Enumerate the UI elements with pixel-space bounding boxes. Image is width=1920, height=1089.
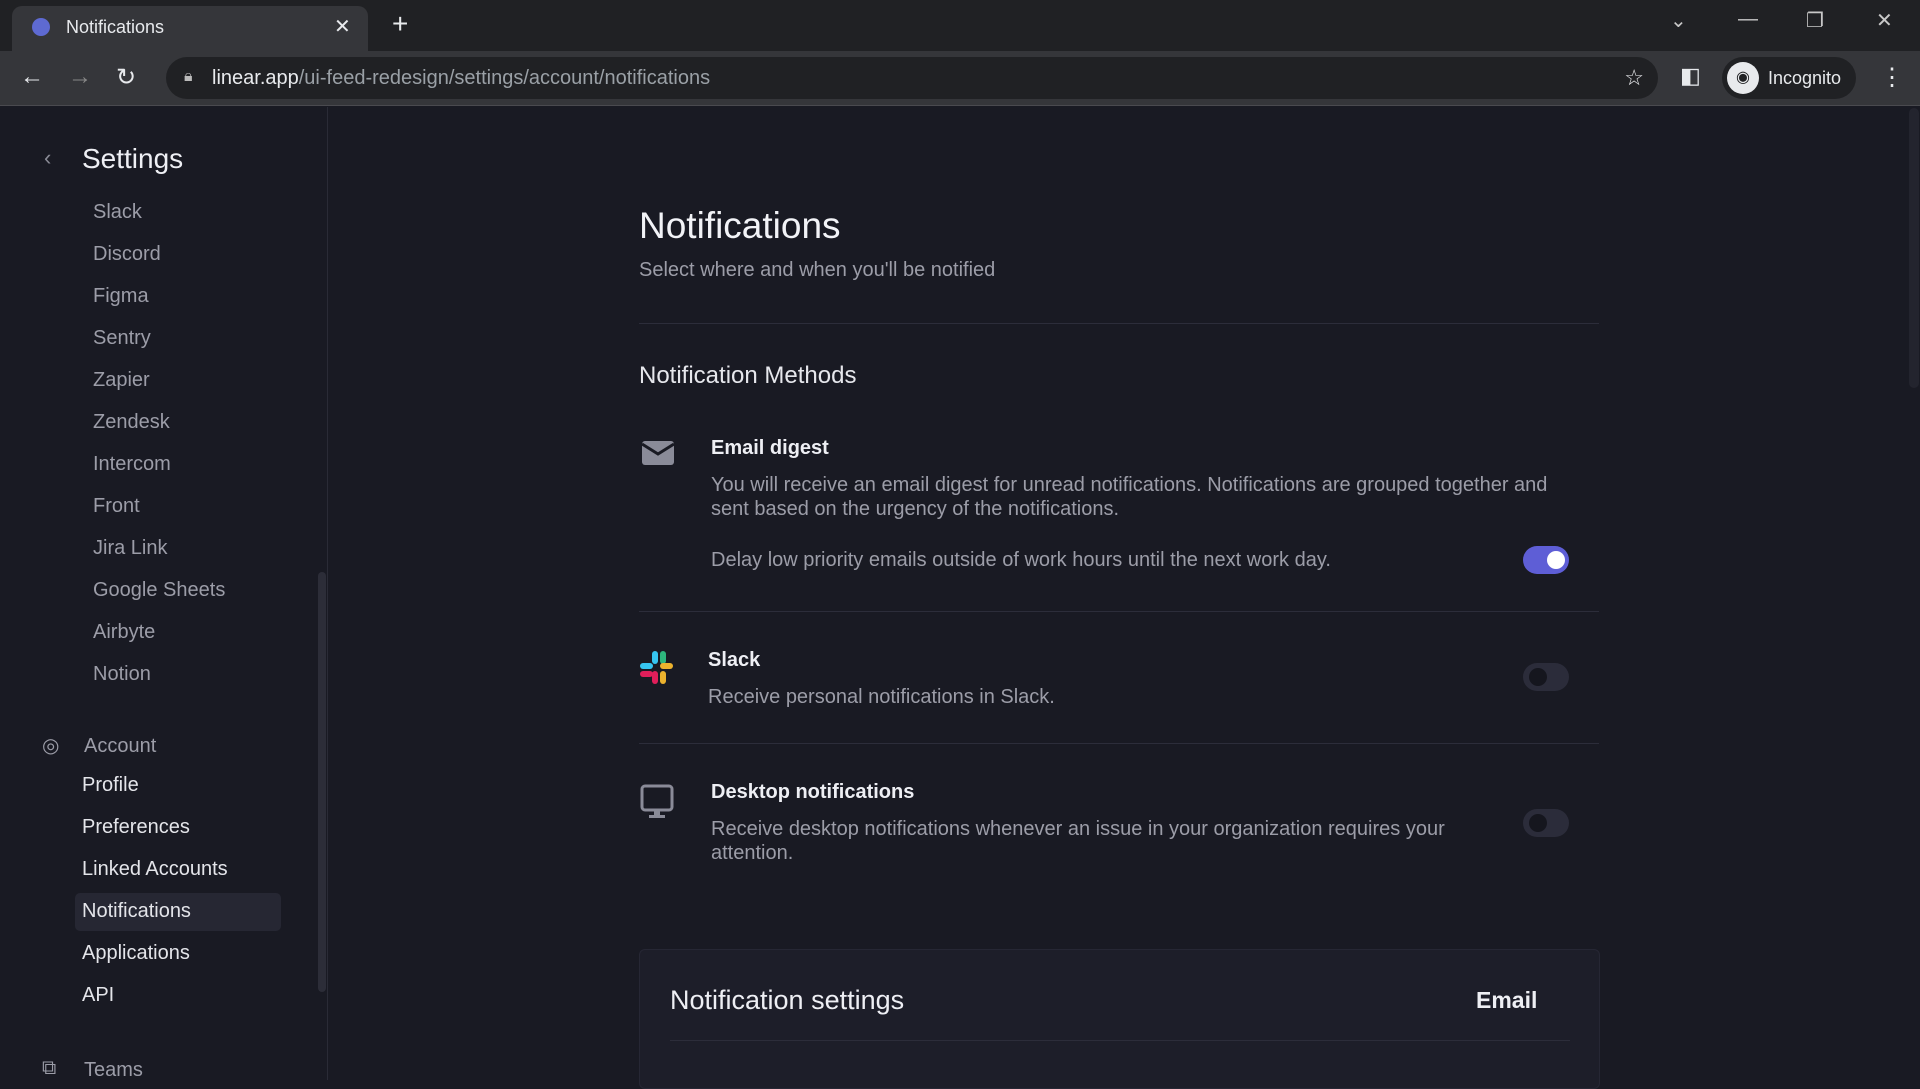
sidebar-item-front[interactable]: Front — [93, 495, 140, 518]
sidebar-item-slack[interactable]: Slack — [93, 201, 142, 224]
account-header: Account — [84, 735, 157, 757]
browser-tab[interactable]: Notifications ✕ — [12, 6, 368, 51]
slack-title: Slack — [708, 649, 761, 671]
sidebar-item-sentry[interactable]: Sentry — [93, 327, 151, 350]
back-chevron-icon[interactable]: ‹ — [44, 145, 51, 171]
close-tab-icon[interactable]: ✕ — [334, 14, 351, 39]
envelope-icon — [641, 441, 675, 465]
forward-icon[interactable]: → — [68, 63, 92, 91]
menu-icon[interactable]: ⋮ — [1880, 63, 1904, 92]
bookmark-star-icon[interactable]: ☆ — [1624, 65, 1644, 91]
sidebar-item-jira-link[interactable]: Jira Link — [93, 537, 167, 560]
divider — [639, 323, 1599, 324]
delay-emails-toggle[interactable] — [1523, 546, 1569, 574]
desktop-notifications-toggle[interactable] — [1523, 809, 1569, 837]
monitor-icon — [640, 784, 674, 818]
sidebar-title: Settings — [82, 143, 184, 174]
sidebar-item-discord[interactable]: Discord — [93, 243, 161, 266]
url-path: /ui-feed-redesign/settings/account/notif… — [298, 67, 711, 89]
reload-icon[interactable]: ↻ — [116, 63, 136, 92]
email-digest-desc: You will receive an email digest for unr… — [711, 474, 1548, 520]
sidebar-item-figma[interactable]: Figma — [93, 285, 149, 308]
desktop-notifications-desc: Receive desktop notifications whenever a… — [711, 818, 1445, 864]
close-window-icon[interactable]: ✕ — [1876, 8, 1893, 33]
slack-desc: Receive personal notifications in Slack. — [708, 686, 1055, 708]
sidebar-item-airbyte[interactable]: Airbyte — [93, 621, 155, 644]
url-host: linear.app — [212, 67, 299, 89]
desktop-notifications-title: Desktop notifications — [711, 781, 915, 803]
url-text: linear.app/ui-feed-redesign/settings/acc… — [212, 67, 710, 90]
lock-icon: 🔒︎ — [184, 68, 193, 85]
sidebar-item-applications[interactable]: Applications — [82, 942, 190, 965]
side-panel-icon[interactable]: ◧ — [1680, 63, 1701, 89]
sidebar-scrollbar[interactable] — [318, 572, 326, 992]
incognito-icon: ◉ — [1727, 62, 1759, 94]
tab-title: Notifications — [66, 17, 165, 37]
url-input[interactable]: 🔒︎ linear.app/ui-feed-redesign/settings/… — [166, 57, 1658, 99]
sidebar-item-preferences[interactable]: Preferences — [82, 816, 190, 839]
account-icon: ◎ — [42, 735, 60, 757]
tab-search-icon[interactable]: ⌄ — [1670, 8, 1687, 33]
settings-sidebar: ‹ Settings Slack Discord Figma Sentry Zapier… — [0, 107, 328, 1080]
divider — [639, 611, 1599, 612]
sidebar-item-intercom[interactable]: Intercom — [93, 453, 171, 476]
linear-favicon-icon — [32, 18, 50, 36]
page-title: Notifications — [639, 205, 841, 246]
new-tab-icon[interactable]: + — [392, 8, 408, 40]
email-column-header: Email — [1476, 987, 1538, 1013]
page-subtitle: Select where and when you'll be notified — [639, 259, 996, 281]
notification-settings-card: Notification settings Email — [639, 949, 1600, 1089]
tab-strip: Notifications ✕ + ⌄ — ❐ ✕ — [0, 0, 1920, 51]
back-icon[interactable]: ← — [20, 63, 44, 91]
slack-icon — [640, 651, 673, 684]
teams-icon: ⧉ — [42, 1057, 57, 1079]
sidebar-item-google-sheets[interactable]: Google Sheets — [93, 579, 225, 602]
teams-header[interactable]: Teams — [84, 1059, 143, 1080]
sidebar-item-api[interactable]: API — [82, 984, 114, 1007]
card-title: Notification settings — [670, 985, 905, 1015]
profile-button[interactable]: ◉ Incognito — [1722, 57, 1856, 99]
sidebar-item-notifications[interactable]: Notifications — [82, 900, 191, 923]
address-bar-row: ← → ↻ 🔒︎ linear.app/ui-feed-redesign/set… — [0, 51, 1920, 106]
sidebar-item-notion[interactable]: Notion — [93, 663, 151, 686]
divider — [639, 743, 1599, 744]
minimize-icon[interactable]: — — [1738, 8, 1758, 31]
sidebar-item-zendesk[interactable]: Zendesk — [93, 411, 170, 434]
sidebar-item-zapier[interactable]: Zapier — [93, 369, 150, 392]
main-content: Notifications Select where and when you'… — [329, 107, 1920, 1089]
main-scrollbar[interactable] — [1909, 108, 1919, 388]
sidebar-item-profile[interactable]: Profile — [82, 774, 139, 797]
section-title: Notification Methods — [639, 362, 857, 389]
divider — [670, 1040, 1570, 1041]
restore-icon[interactable]: ❐ — [1806, 8, 1824, 33]
profile-label: Incognito — [1768, 68, 1842, 88]
delay-option-label: Delay low priority emails outside of wor… — [711, 549, 1331, 571]
slack-toggle[interactable] — [1523, 663, 1569, 691]
sidebar-item-linked-accounts[interactable]: Linked Accounts — [82, 858, 228, 881]
email-digest-title: Email digest — [711, 437, 829, 459]
